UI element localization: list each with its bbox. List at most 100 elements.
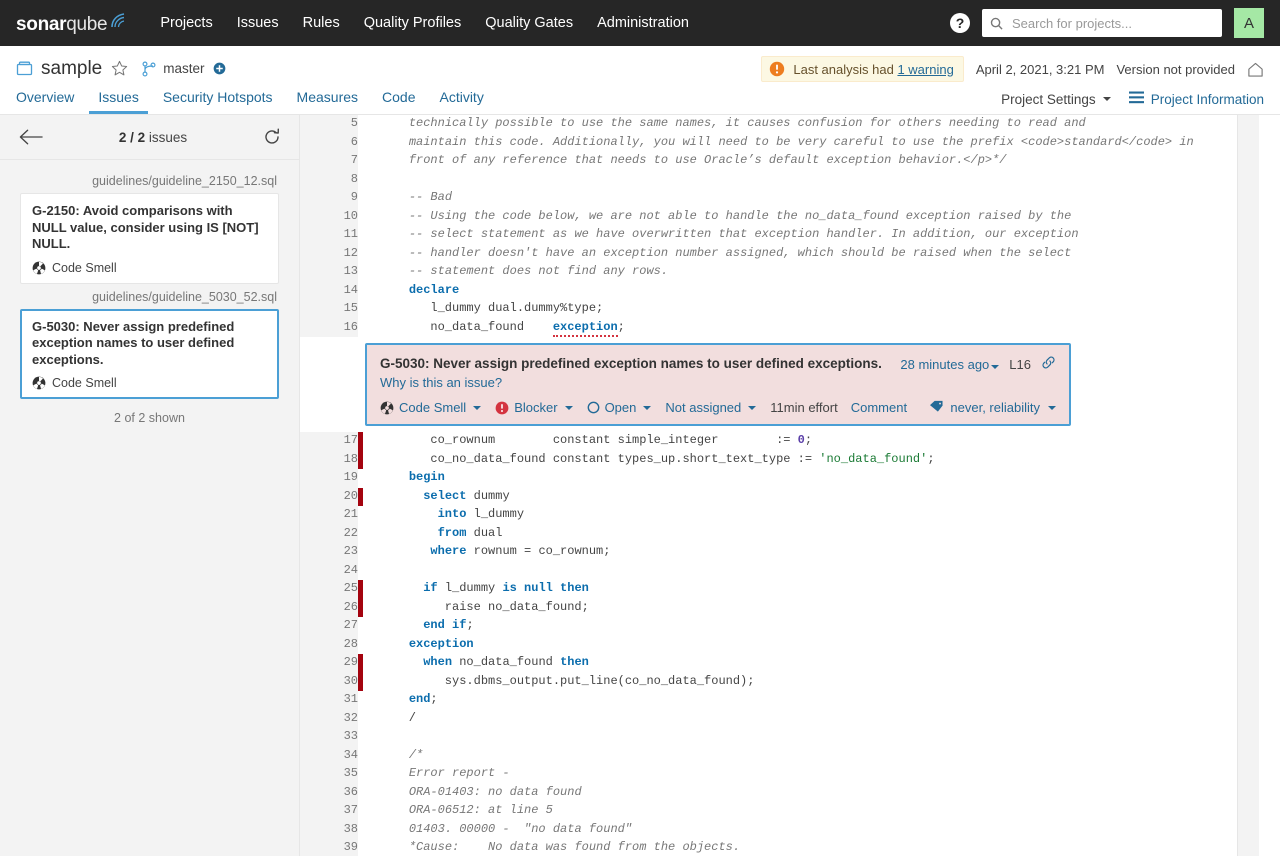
tab-security-hotspots[interactable]: Security Hotspots [154,90,282,114]
line-number[interactable]: 21 [300,506,358,525]
sonarqube-logo[interactable]: sonarqube [16,11,126,36]
line-number[interactable]: 17 [300,432,358,451]
line-number[interactable]: 27 [300,617,358,636]
nav-link-administration[interactable]: Administration [585,0,701,46]
issue-file-path[interactable]: guidelines/guideline_5030_52.sql [20,284,279,309]
tab-activity[interactable]: Activity [430,90,492,114]
line-number[interactable]: 28 [300,635,358,654]
issue-date-dropdown[interactable]: 28 minutes ago [900,357,1000,372]
code-text: /* [408,747,424,762]
line-number[interactable]: 29 [300,654,358,673]
line-number[interactable]: 18 [300,450,358,469]
issue-type-dropdown[interactable]: Code Smell [380,400,482,415]
line-number[interactable]: 20 [300,487,358,506]
line-number[interactable]: 26 [300,598,358,617]
chevron-down-icon [748,405,757,410]
line-number[interactable]: 9 [300,189,358,208]
issues-list: guidelines/guideline_2150_12.sql G-2150:… [0,160,299,425]
line-number[interactable]: 33 [300,728,358,747]
tag-icon [929,400,944,416]
line-number[interactable]: 25 [300,580,358,599]
line-number[interactable]: 5 [300,115,358,134]
line-number[interactable]: 10 [300,207,358,226]
issue-status-dropdown[interactable]: Open [587,400,652,415]
nav-link-rules[interactable]: Rules [291,0,352,46]
help-circle-icon[interactable]: ? [950,13,970,33]
code-line: 21 into l_dummy [300,506,1237,525]
tab-issues[interactable]: Issues [89,90,148,114]
coverage-bar [358,709,380,728]
analysis-warning-text: Last analysis had 1 warning [793,62,953,77]
code-line: 15 l_dummy dual.dummy%type; [300,300,1237,319]
line-number[interactable]: 13 [300,263,358,282]
code-line: 13 -- statement does not find any rows. [300,263,1237,282]
code-line: 30 sys.dbms_output.put_line(co_no_data_f… [300,672,1237,691]
code-text: 01403. 00000 - "no data found" [408,821,633,836]
search-container[interactable] [982,9,1222,37]
plus-circle-icon[interactable] [213,62,226,75]
coverage-bar [358,133,380,152]
home-icon[interactable] [1247,61,1264,78]
line-number[interactable]: 14 [300,281,358,300]
line-number[interactable]: 7 [300,152,358,171]
search-input[interactable] [1010,14,1214,32]
issue-comment-button[interactable]: Comment [851,400,907,415]
line-number[interactable]: 37 [300,802,358,821]
star-icon[interactable] [111,60,128,77]
page-title: sample [41,57,103,79]
line-number[interactable]: 31 [300,691,358,710]
code-text: raise no_data_found; [380,599,589,614]
line-number[interactable]: 24 [300,561,358,580]
line-number[interactable]: 15 [300,300,358,319]
coverage-bar [358,469,380,488]
code-smell-icon [32,261,46,275]
line-number[interactable]: 32 [300,709,358,728]
why-is-this-an-issue-link[interactable]: Why is this an issue? [380,375,502,390]
line-number[interactable]: 19 [300,469,358,488]
list-item-selected[interactable]: G-5030: Never assign predefined exceptio… [20,308,279,399]
nav-link-projects[interactable]: Projects [148,0,224,46]
link-icon[interactable] [1041,356,1056,372]
issue-detail-actions: Code Smell Blocker Open Not assigned 11m… [380,400,1056,415]
project-settings-dropdown[interactable]: Project Settings [1001,92,1111,107]
line-number[interactable]: 35 [300,765,358,784]
issue-severity-dropdown[interactable]: Blocker [495,400,573,415]
refresh-icon[interactable] [263,128,281,146]
nav-link-quality-profiles[interactable]: Quality Profiles [352,0,474,46]
issue-tags-dropdown[interactable]: never, reliability [929,400,1056,416]
line-number[interactable]: 6 [300,133,358,152]
nav-link-quality-gates[interactable]: Quality Gates [473,0,585,46]
coverage-bar [358,672,380,691]
branch-name[interactable]: master [163,61,204,76]
line-number[interactable]: 38 [300,820,358,839]
user-avatar[interactable]: A [1234,8,1264,38]
line-number[interactable]: 23 [300,543,358,562]
nav-link-issues[interactable]: Issues [225,0,291,46]
issue-assignee-dropdown[interactable]: Not assigned [665,400,757,415]
tab-measures[interactable]: Measures [288,90,367,114]
line-number[interactable]: 36 [300,783,358,802]
line-number[interactable]: 34 [300,746,358,765]
line-number[interactable]: 12 [300,244,358,263]
issue-file-path[interactable]: guidelines/guideline_2150_12.sql [20,168,279,193]
tab-code[interactable]: Code [373,90,424,114]
arrow-left-icon[interactable] [18,128,43,146]
coverage-bar [358,598,380,617]
issues-sidebar: 2 / 2 issues guidelines/guideline_2150_1… [0,115,300,856]
line-number[interactable]: 39 [300,839,358,856]
line-number[interactable]: 30 [300,672,358,691]
main-layout: 2 / 2 issues guidelines/guideline_2150_1… [0,115,1280,856]
coverage-bar [358,691,380,710]
analysis-warning-link[interactable]: 1 warning [897,62,953,77]
list-item[interactable]: G-2150: Avoid comparisons with NULL valu… [20,193,279,284]
line-number[interactable]: 11 [300,226,358,245]
line-number[interactable]: 16 [300,318,358,337]
line-number[interactable]: 22 [300,524,358,543]
issue-tags-value: never, reliability [950,400,1040,415]
tab-overview[interactable]: Overview [16,90,83,114]
project-information-button[interactable]: Project Information [1128,91,1264,107]
code-text [380,728,1237,747]
code-text: declare [408,282,460,297]
coverage-bar [358,432,380,451]
line-number[interactable]: 8 [300,170,358,189]
